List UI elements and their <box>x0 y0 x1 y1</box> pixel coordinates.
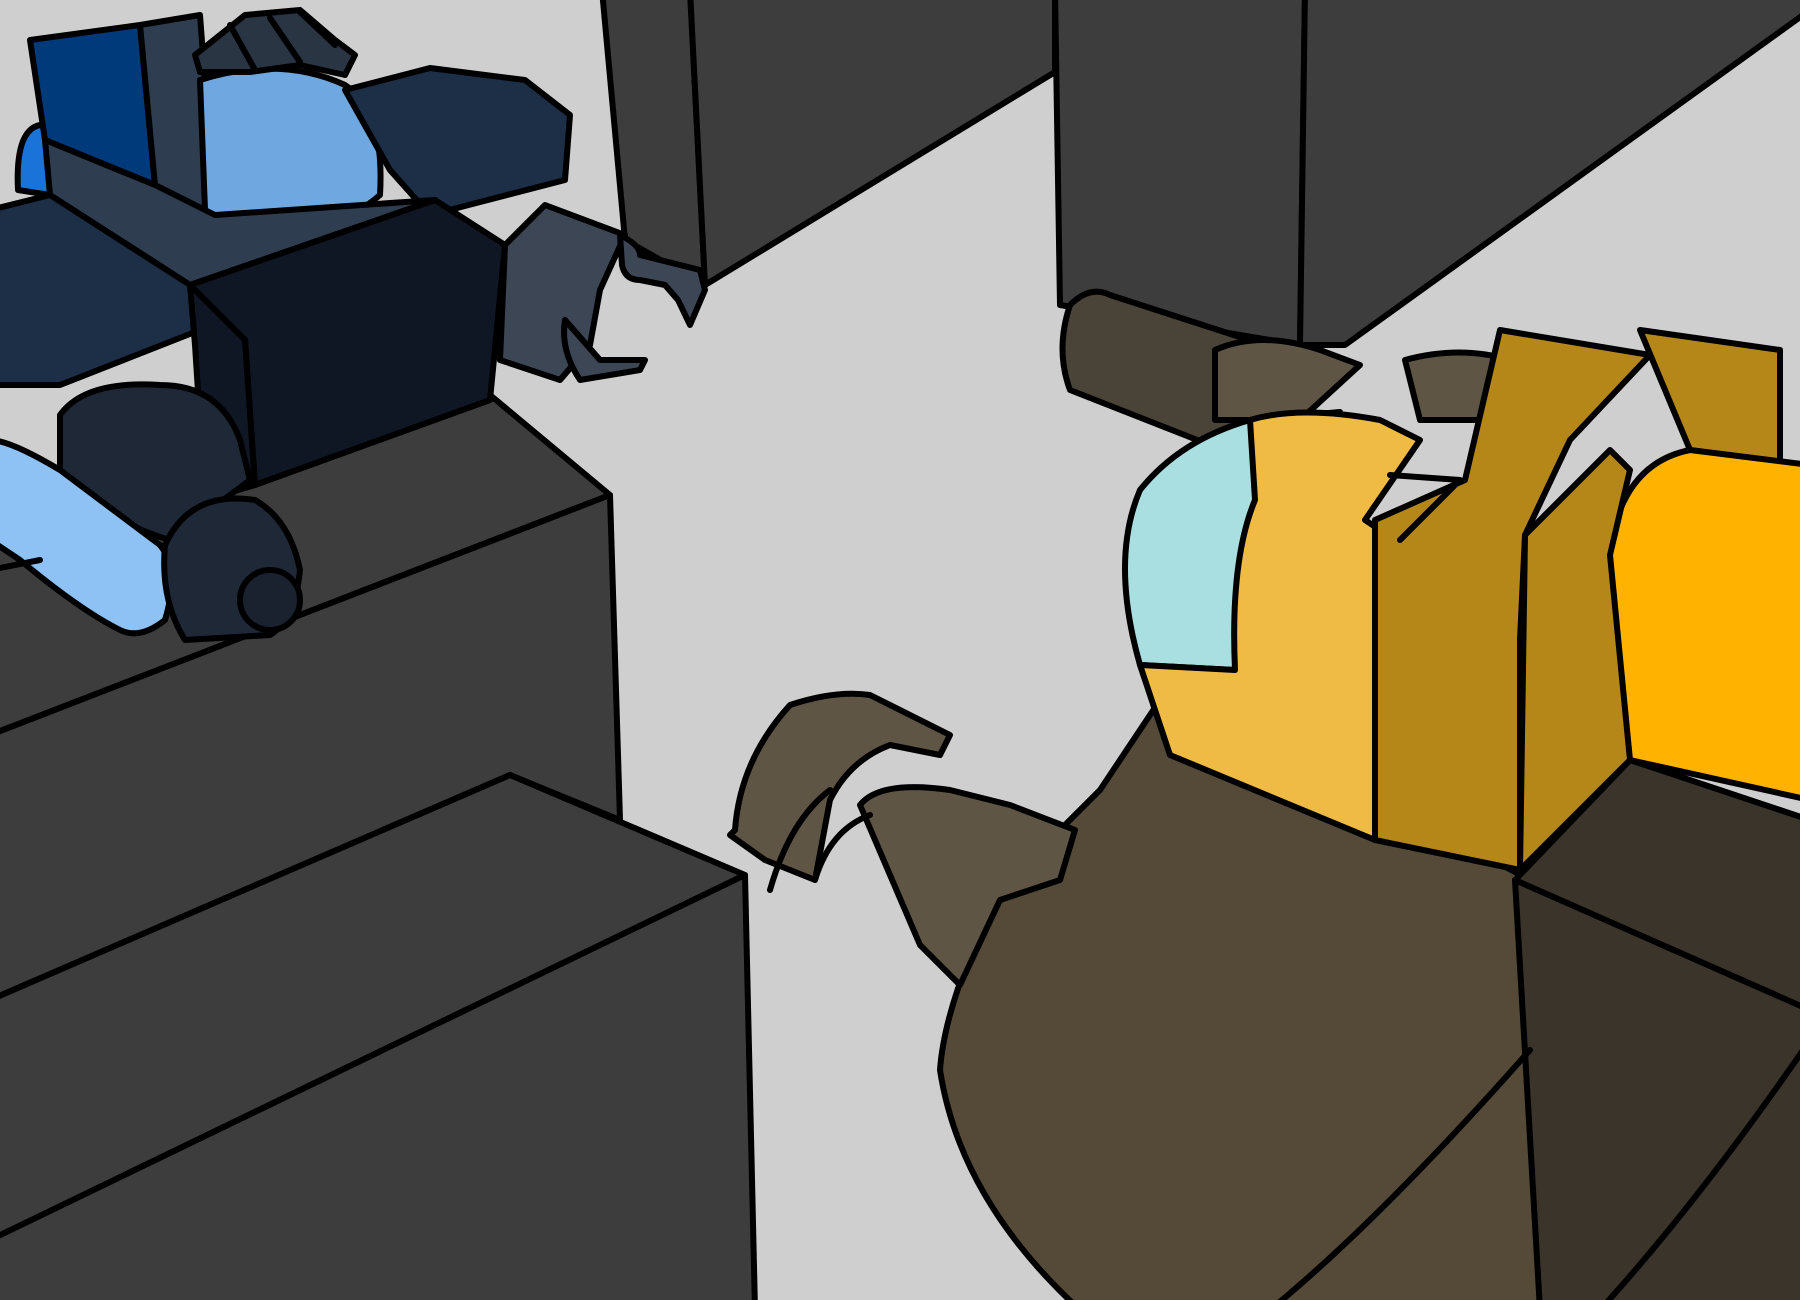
illustration-scene <box>0 0 1800 1300</box>
blue-robot-hub <box>237 567 303 633</box>
